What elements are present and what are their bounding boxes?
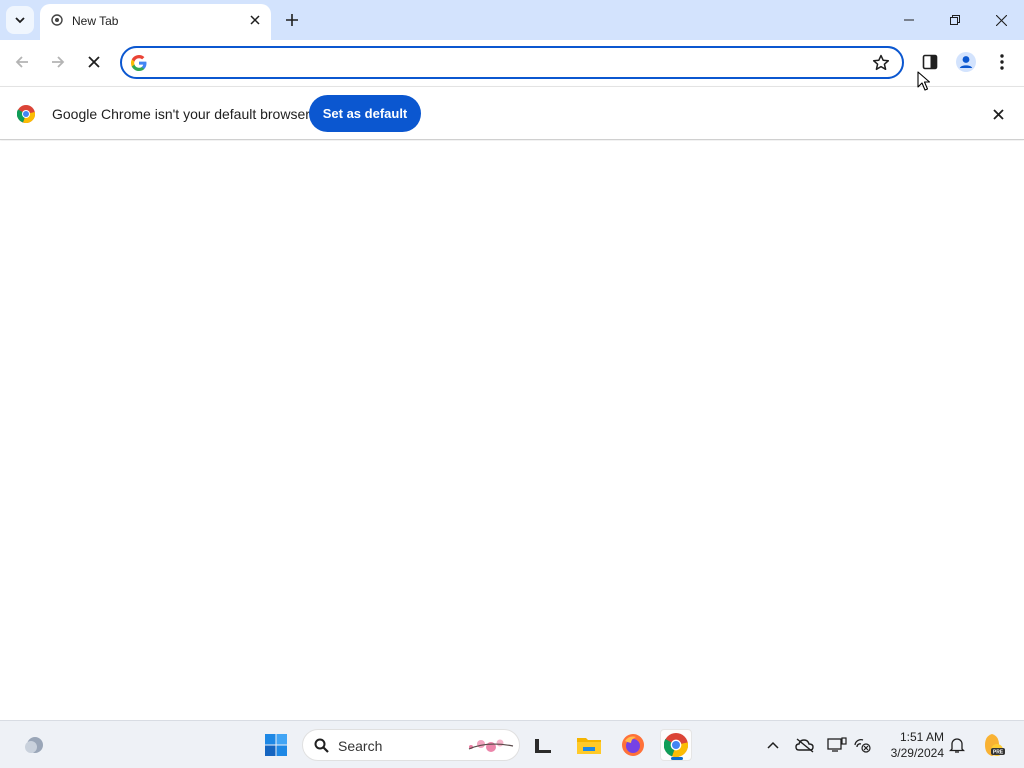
address-input[interactable]	[158, 52, 858, 74]
mouse-cursor-icon	[917, 71, 931, 91]
close-icon	[250, 15, 260, 25]
menu-button[interactable]	[988, 48, 1016, 76]
svg-text:PRE: PRE	[993, 750, 1004, 756]
task-view-icon	[535, 739, 551, 753]
browser-toolbar	[0, 40, 1024, 86]
windows-start-icon	[265, 734, 287, 756]
stop-icon	[88, 56, 100, 68]
profile-button[interactable]	[952, 48, 980, 76]
copilot-icon: PRE	[985, 734, 1005, 756]
back-icon	[15, 56, 28, 68]
bell-icon	[949, 738, 965, 753]
clock-time: 1:51 AM	[899, 730, 944, 744]
infobar-close-button[interactable]	[990, 106, 1006, 122]
taskbar-search-placeholder: Search	[338, 738, 383, 754]
plus-icon	[286, 14, 298, 26]
forward-icon	[52, 56, 65, 68]
address-bar[interactable]	[120, 46, 904, 79]
taskbar-search-box[interactable]: Search	[302, 729, 520, 761]
file-explorer-button[interactable]	[573, 729, 605, 761]
show-hidden-icons-button[interactable]	[757, 729, 789, 761]
weather-icon	[25, 737, 43, 753]
close-icon	[992, 108, 1004, 120]
star-icon[interactable]	[872, 54, 890, 72]
network-button[interactable]	[846, 729, 878, 761]
set-as-default-button[interactable]: Set as default	[309, 95, 421, 132]
restore-button[interactable]	[932, 0, 978, 40]
chrome-icon	[664, 733, 688, 757]
restore-icon	[950, 15, 960, 25]
kebab-menu-icon	[1000, 54, 1004, 70]
active-app-indicator	[671, 757, 683, 760]
start-button[interactable]	[260, 729, 292, 761]
chevron-up-icon	[767, 741, 779, 749]
notifications-button[interactable]	[941, 729, 973, 761]
copilot-button[interactable]: PRE	[976, 729, 1008, 761]
side-panel-icon	[922, 54, 938, 70]
firefox-icon	[622, 734, 644, 756]
onedrive-icon	[795, 738, 814, 753]
stop-loading-button[interactable]	[80, 48, 108, 76]
clock-date: 3/29/2024	[890, 746, 944, 760]
file-explorer-icon	[577, 738, 601, 754]
tab-new-tab[interactable]: New Tab	[40, 4, 271, 40]
tab-search-icon	[15, 17, 25, 24]
chrome-logo-icon	[17, 105, 35, 123]
tab-close-button[interactable]	[247, 12, 263, 28]
close-icon	[995, 14, 1007, 26]
back-button[interactable]	[8, 48, 36, 76]
onedrive-button[interactable]	[789, 729, 821, 761]
task-view-button[interactable]	[527, 729, 559, 761]
infobar-message: Google Chrome isn't your default browser	[52, 106, 310, 122]
taskbar: Search 1:51 AM 3/29/2024 PRE	[0, 720, 1024, 768]
new-tab-button[interactable]	[280, 8, 304, 32]
page-content	[0, 141, 1024, 720]
widgets-button[interactable]	[18, 729, 50, 761]
window-close-button[interactable]	[978, 0, 1024, 40]
profile-icon	[956, 52, 976, 72]
search-highlight-icon	[468, 739, 514, 752]
minimize-icon	[904, 19, 914, 21]
title-bar: New Tab	[0, 0, 1024, 40]
forward-button[interactable]	[44, 48, 72, 76]
chrome-taskbar-button[interactable]	[660, 729, 692, 761]
google-g-icon	[131, 55, 147, 71]
default-browser-infobar: Google Chrome isn't your default browser…	[0, 86, 1024, 140]
tab-title: New Tab	[72, 14, 119, 28]
display-icon	[827, 737, 847, 752]
system-clock[interactable]: 1:51 AM 3/29/2024	[882, 729, 944, 761]
new-tab-favicon	[51, 14, 63, 26]
minimize-button[interactable]	[886, 0, 932, 40]
network-icon	[854, 739, 871, 753]
tab-search-button[interactable]	[6, 6, 34, 34]
firefox-button[interactable]	[617, 729, 649, 761]
search-icon	[314, 738, 329, 753]
